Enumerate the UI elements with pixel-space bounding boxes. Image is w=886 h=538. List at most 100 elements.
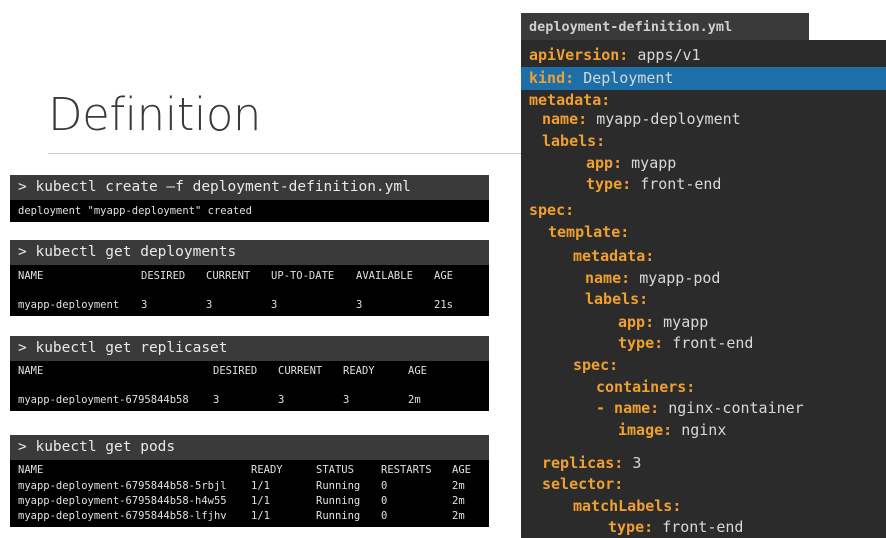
yaml-key: kind: [529,69,575,87]
yaml-line: kind: Deployment [529,69,674,87]
table-cell: 3 [141,299,148,311]
table-cell: Running [316,510,361,522]
yaml-key: labels: [542,132,606,150]
column-header: NAME [18,464,44,476]
terminal-create: > kubectl create –f deployment-definitio… [10,175,489,222]
yaml-value: myapp-pod [639,269,721,287]
table-cell: 1/1 [251,495,270,507]
yaml-key: containers: [596,378,696,396]
yaml-key: name: [585,269,631,287]
title-divider [48,153,522,154]
column-header: NAME [18,365,44,377]
terminal-command: > kubectl get replicaset [10,336,489,361]
yaml-key: - name: [596,399,660,417]
column-header: CURRENT [206,270,251,282]
table-cell: 0 [381,480,388,492]
table-cell: Running [316,480,361,492]
column-header: AGE [408,365,427,377]
yaml-line: - name: nginx-container [596,399,804,417]
yaml-value: nginx [681,421,727,439]
column-header: STATUS [316,464,354,476]
yaml-key: metadata: [573,247,655,265]
yaml-line: matchLabels: [573,497,681,515]
yaml-key: spec: [529,201,575,219]
yaml-key: name: [542,110,588,128]
yaml-line: type: front-end [586,175,721,193]
yaml-line: spec: [529,201,574,219]
yaml-line: labels: [542,132,605,150]
table-cell: 1/1 [251,510,270,522]
yaml-key: metadata: [529,91,611,109]
table-cell: 2m [452,495,465,507]
table-cell: 3 [271,299,278,311]
yaml-line: app: myapp [586,154,676,172]
terminal-output: NAME DESIRED CURRENT READY AGE myapp-dep… [10,361,489,411]
table-cell: 1/1 [251,480,270,492]
yaml-line: metadata: [573,247,654,265]
column-header: READY [251,464,283,476]
column-header: DESIRED [141,270,186,282]
column-header: AVAILABLE [356,270,413,282]
yaml-line: apiVersion: apps/v1 [529,46,701,64]
yaml-value: front-end [662,518,744,536]
yaml-key: selector: [542,475,624,493]
yaml-key: image: [618,421,673,439]
yaml-value: myapp [631,154,677,172]
yaml-line: type: front-end [608,518,743,536]
terminal-output: deployment "myapp-deployment" created [10,200,489,222]
table-cell: myapp-deployment-6795844b58-lfjhv [18,510,227,522]
table-cell: 3 [356,299,363,311]
yaml-line: containers: [596,378,695,396]
table-cell: myapp-deployment-6795844b58 [18,394,189,406]
yaml-line: template: [548,223,629,241]
yaml-value: 3 [632,454,642,472]
yaml-line: app: myapp [618,313,708,331]
yaml-key: template: [548,223,630,241]
yaml-line: spec: [573,356,618,374]
terminal-get-deployments: > kubectl get deployments NAME DESIRED C… [10,240,489,316]
yaml-editor: apiVersion: apps/v1 kind: Deployment met… [521,40,886,538]
table-cell: 3 [206,299,213,311]
table-cell: myapp-deployment-6795844b58-5rbjl [18,480,227,492]
table-cell: myapp-deployment-6795844b58-h4w55 [18,495,227,507]
table-cell: myapp-deployment [18,299,120,311]
yaml-line: name: myapp-deployment [542,110,741,128]
yaml-value: apps/v1 [637,46,701,64]
yaml-file-tab[interactable]: deployment-definition.yml [521,13,809,41]
yaml-key: replicas: [542,454,624,472]
yaml-key: type: [618,334,664,352]
column-header: AGE [434,270,453,282]
terminal-output: NAME READY STATUS RESTARTS AGE myapp-dep… [10,460,489,527]
yaml-key: apiVersion: [529,46,629,64]
slide-title: Definition [48,88,261,141]
terminal-get-replicaset: > kubectl get replicaset NAME DESIRED CU… [10,336,489,411]
terminal-command: > kubectl get deployments [10,240,489,265]
terminal-output: NAME DESIRED CURRENT UP-TO-DATE AVAILABL… [10,265,489,316]
table-cell: 2m [452,480,465,492]
yaml-line: metadata: [529,91,610,109]
yaml-value: Deployment [583,69,674,87]
table-cell: 3 [343,394,350,406]
yaml-key: app: [618,313,655,331]
column-header: UP-TO-DATE [271,270,335,282]
table-cell: 0 [381,510,388,522]
yaml-key: type: [608,518,654,536]
yaml-key: app: [586,154,623,172]
yaml-line: replicas: 3 [542,454,641,472]
terminal-get-pods: > kubectl get pods NAME READY STATUS RES… [10,435,489,527]
yaml-key: spec: [573,356,619,374]
column-header: DESIRED [213,365,258,377]
yaml-value: nginx-container [668,399,804,417]
column-header: RESTARTS [381,464,432,476]
column-header: READY [343,365,375,377]
yaml-value: front-end [640,175,722,193]
output-line: deployment "myapp-deployment" created [18,205,252,217]
table-cell: 2m [452,510,465,522]
column-header: AGE [452,464,471,476]
yaml-line: name: myapp-pod [585,269,720,287]
table-cell: 0 [381,495,388,507]
table-cell: 21s [434,299,453,311]
terminal-command: > kubectl create –f deployment-definitio… [10,175,489,200]
yaml-line: type: front-end [618,334,753,352]
yaml-value: myapp-deployment [596,110,741,128]
